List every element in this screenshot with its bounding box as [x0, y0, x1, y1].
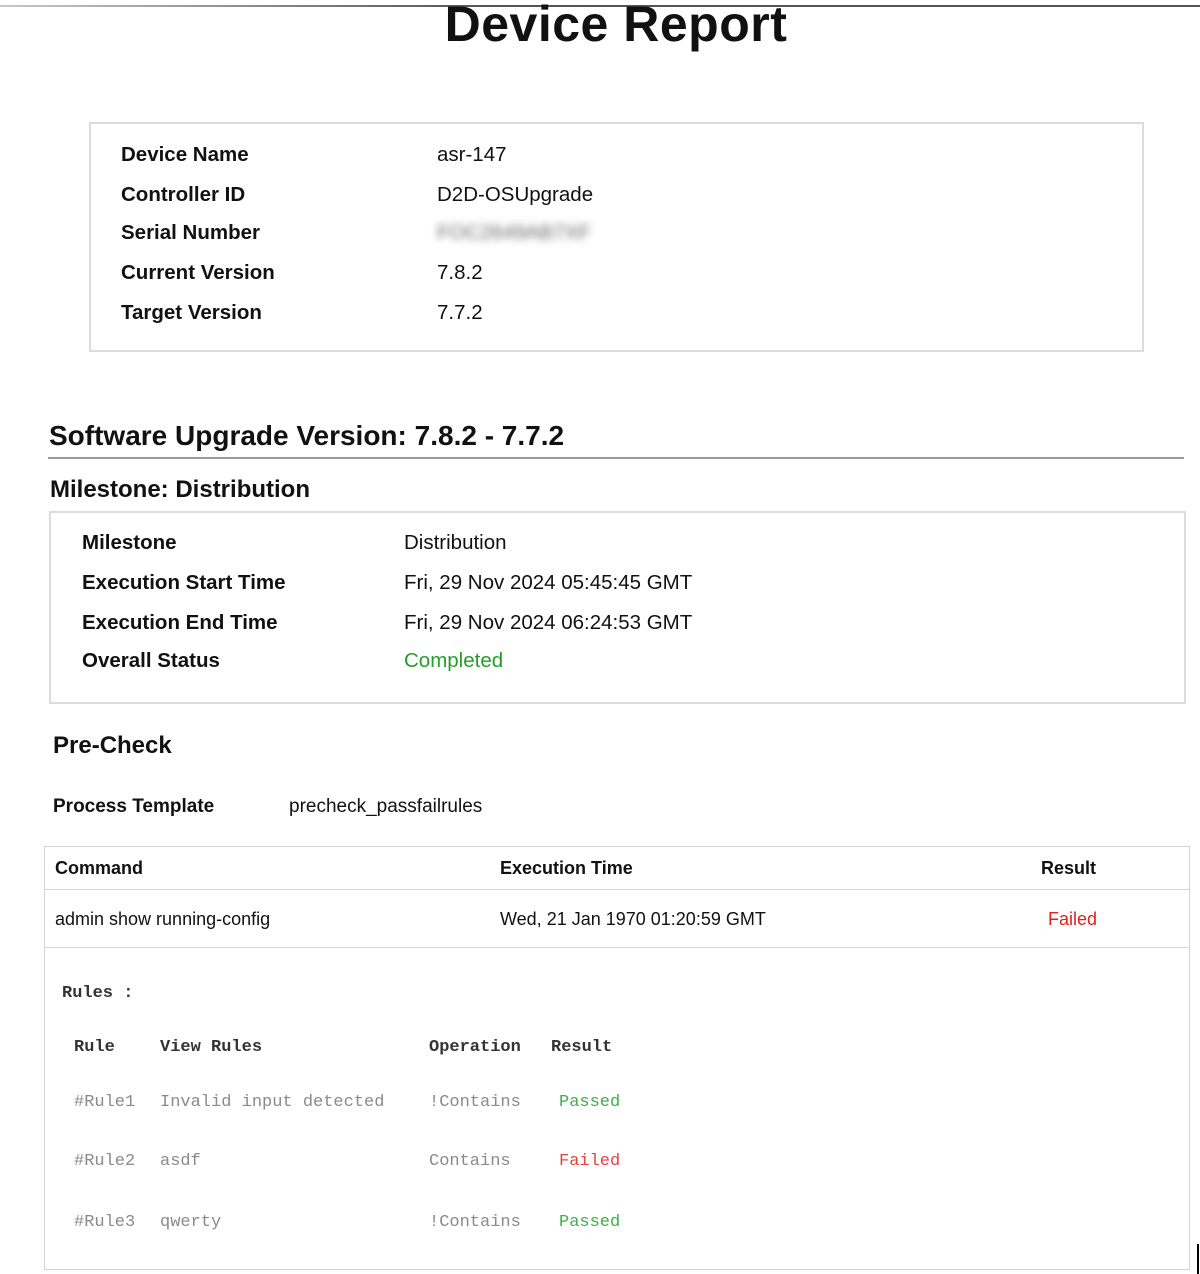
rule-result-passed: Passed — [559, 1213, 621, 1232]
section-divider — [48, 457, 1184, 459]
serial-number-label: Serial Number — [121, 221, 260, 244]
target-version-value: 7.7.2 — [437, 301, 483, 324]
rule-view: asdf — [160, 1152, 201, 1171]
milestone-heading: Milestone: Distribution — [50, 476, 310, 503]
milestone-label: Milestone — [82, 531, 177, 554]
rules-header-rule: Rule — [74, 1038, 115, 1057]
rule-id: #Rule1 — [74, 1093, 136, 1112]
rule-id: #Rule2 — [74, 1152, 136, 1171]
command-cell: admin show running-config — [55, 909, 271, 929]
end-time-label: Execution End Time — [82, 611, 278, 634]
rule-view: Invalid input detected — [160, 1093, 385, 1112]
report-title: Device Report — [444, 0, 788, 52]
rules-header-view: View Rules — [160, 1038, 263, 1057]
execution-time-cell: Wed, 21 Jan 1970 01:20:59 GMT — [500, 909, 766, 929]
rule-operation: !Contains — [429, 1213, 521, 1232]
rule-result-failed: Failed — [559, 1152, 621, 1171]
text-cursor — [1197, 1244, 1199, 1274]
milestone-details-panel: Milestone Distribution Execution Start T… — [49, 511, 1186, 704]
row-divider — [45, 947, 1189, 948]
header-divider — [45, 889, 1189, 890]
target-version-label: Target Version — [121, 301, 262, 324]
column-header-command: Command — [55, 858, 144, 878]
precheck-heading: Pre-Check — [53, 732, 172, 759]
overall-status-value: Completed — [404, 649, 504, 672]
rule-id: #Rule3 — [74, 1213, 136, 1232]
rules-header-result: Result — [551, 1038, 613, 1057]
device-info-panel: Device Name asr-147 Controller ID D2D-OS… — [89, 122, 1144, 352]
rule-result-passed: Passed — [559, 1093, 621, 1112]
rules-header-operation: Operation — [429, 1038, 521, 1057]
start-time-value: Fri, 29 Nov 2024 05:45:45 GMT — [404, 571, 693, 594]
rule-operation: Contains — [429, 1152, 511, 1171]
command-table: Command Execution Time Result admin show… — [44, 846, 1190, 1270]
end-time-value: Fri, 29 Nov 2024 06:24:53 GMT — [404, 611, 693, 634]
controller-id-value: D2D-OSUpgrade — [437, 183, 594, 206]
current-version-value: 7.8.2 — [437, 261, 483, 284]
process-template-value: precheck_passfailrules — [289, 796, 483, 817]
rules-title: Rules : — [62, 984, 134, 1003]
milestone-value: Distribution — [404, 531, 507, 554]
start-time-label: Execution Start Time — [82, 571, 286, 594]
serial-number-value-redacted: FOC2649AB7XF — [437, 221, 591, 244]
column-header-result: Result — [1041, 858, 1097, 878]
process-template-label: Process Template — [53, 796, 215, 817]
overall-status-label: Overall Status — [82, 649, 220, 672]
rule-view: qwerty — [160, 1213, 222, 1232]
rule-operation: !Contains — [429, 1093, 521, 1112]
current-version-label: Current Version — [121, 261, 275, 284]
upgrade-section-title: Software Upgrade Version: 7.8.2 - 7.7.2 — [49, 420, 565, 451]
device-name-label: Device Name — [121, 143, 249, 166]
column-header-execution-time: Execution Time — [500, 858, 633, 878]
result-cell-failed: Failed — [1048, 909, 1098, 929]
device-name-value: asr-147 — [437, 143, 507, 166]
controller-id-label: Controller ID — [121, 183, 246, 206]
